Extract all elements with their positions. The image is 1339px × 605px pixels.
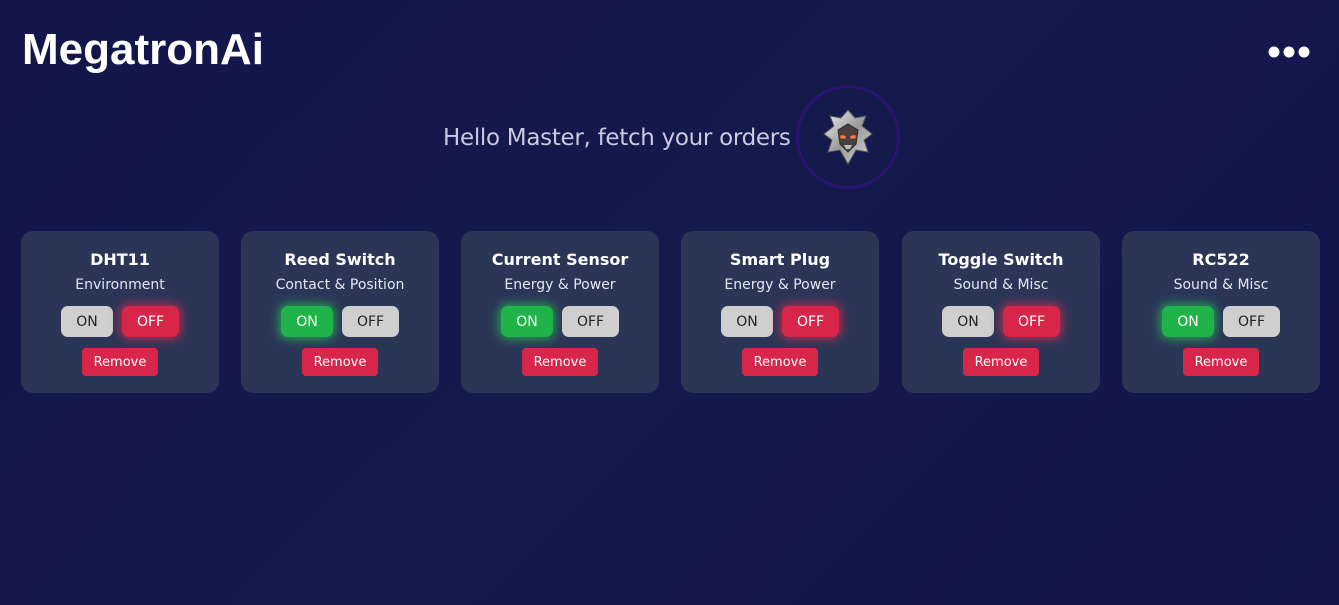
device-category: Sound & Misc	[953, 277, 1049, 293]
robot-avatar-icon	[823, 109, 873, 166]
app-title: MegatronAi	[22, 25, 264, 74]
remove-button[interactable]: Remove	[742, 348, 818, 376]
on-button[interactable]: ON	[942, 306, 994, 337]
device-name: Reed Switch	[284, 250, 396, 269]
device-card: Smart Plug Energy & Power ON OFF Remove	[681, 231, 879, 393]
off-button[interactable]: OFF	[562, 306, 619, 337]
device-category: Environment	[75, 277, 165, 293]
device-name: DHT11	[90, 250, 150, 269]
on-button[interactable]: ON	[1162, 306, 1214, 337]
on-button[interactable]: ON	[281, 306, 333, 337]
device-card: RC522 Sound & Misc ON OFF Remove	[1122, 231, 1320, 393]
device-card: DHT11 Environment ON OFF Remove	[21, 231, 219, 393]
device-name: RC522	[1192, 250, 1250, 269]
off-button[interactable]: OFF	[1223, 306, 1280, 337]
off-button[interactable]: OFF	[1003, 306, 1060, 337]
remove-button[interactable]: Remove	[963, 348, 1039, 376]
greeting-row: Hello Master, fetch your orders	[443, 84, 791, 192]
greeting-text: Hello Master, fetch your orders	[443, 125, 791, 151]
device-card: Current Sensor Energy & Power ON OFF Remove	[461, 231, 659, 393]
off-button[interactable]: OFF	[122, 306, 179, 337]
more-menu-button[interactable]	[1266, 40, 1312, 64]
device-category: Sound & Misc	[1173, 277, 1269, 293]
more-horizontal-icon	[1268, 46, 1310, 58]
avatar	[796, 85, 900, 189]
on-button[interactable]: ON	[501, 306, 553, 337]
device-category: Contact & Position	[275, 277, 405, 293]
device-card: Reed Switch Contact & Position ON OFF Remove	[241, 231, 439, 393]
off-button[interactable]: OFF	[782, 306, 839, 337]
device-category: Energy & Power	[724, 277, 836, 293]
device-category: Energy & Power	[504, 277, 616, 293]
off-button[interactable]: OFF	[342, 306, 399, 337]
device-name: Current Sensor	[491, 250, 629, 269]
page: MegatronAi Hello Master, fetch your orde…	[0, 0, 1339, 605]
remove-button[interactable]: Remove	[82, 348, 158, 376]
device-card: Toggle Switch Sound & Misc ON OFF Remove	[902, 231, 1100, 393]
remove-button[interactable]: Remove	[1183, 348, 1259, 376]
remove-button[interactable]: Remove	[302, 348, 378, 376]
device-name: Toggle Switch	[938, 250, 1064, 269]
on-button[interactable]: ON	[61, 306, 113, 337]
remove-button[interactable]: Remove	[522, 348, 598, 376]
device-name: Smart Plug	[729, 250, 831, 269]
on-button[interactable]: ON	[721, 306, 773, 337]
